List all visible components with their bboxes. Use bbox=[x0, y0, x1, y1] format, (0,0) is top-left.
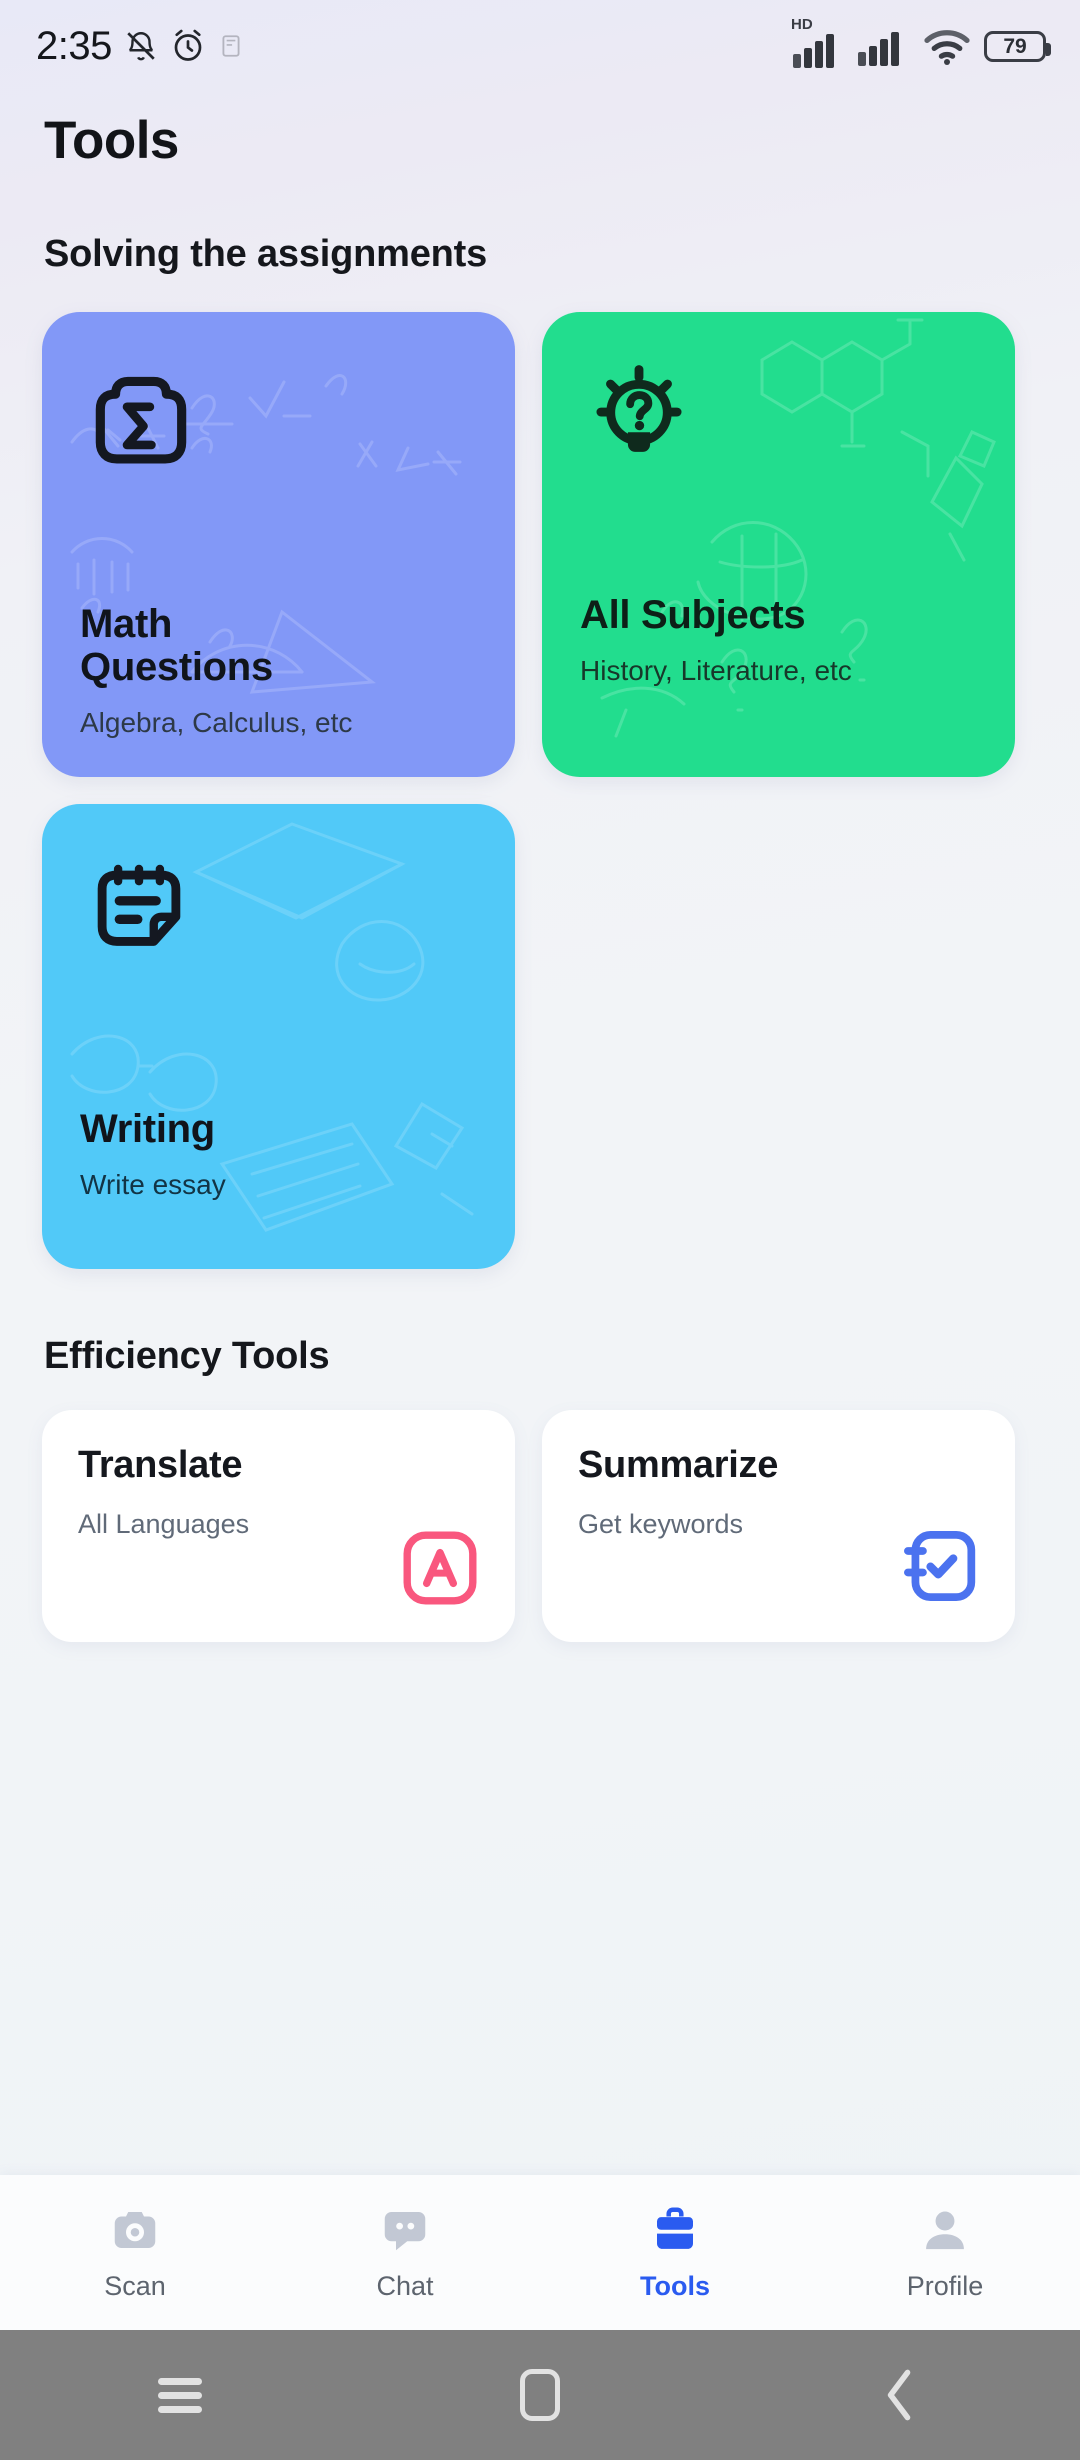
recent-apps-button[interactable] bbox=[0, 2371, 360, 2420]
subjects-card-text: All Subjects History, Literature, etc bbox=[580, 592, 977, 687]
bottom-tab-bar: Scan Chat Tools Profile bbox=[0, 2175, 1080, 2330]
screenshot-icon bbox=[222, 35, 240, 57]
toolbox-icon bbox=[657, 2207, 693, 2249]
subjects-card-title: All Subjects bbox=[580, 592, 806, 637]
battery-indicator: 79 bbox=[984, 30, 1051, 62]
tab-label-chat: Chat bbox=[376, 2271, 434, 2301]
tool-card-writing[interactable]: Writing Write essay bbox=[42, 804, 515, 1269]
tab-label-tools: Tools bbox=[640, 2271, 710, 2301]
tab-profile[interactable]: Profile bbox=[810, 2203, 1080, 2302]
signal-icon bbox=[793, 33, 834, 68]
network-type-label: HD bbox=[791, 15, 813, 33]
system-navigation-bar bbox=[0, 2330, 1080, 2460]
page-title: Tools bbox=[44, 111, 179, 170]
chat-bubble-icon bbox=[384, 2212, 426, 2251]
signal-hd-group: HD bbox=[791, 16, 845, 73]
letter-a-box-icon bbox=[399, 1527, 481, 1614]
subjects-card-subtitle: History, Literature, etc bbox=[580, 655, 852, 686]
section-title-efficiency: Efficiency Tools bbox=[44, 1335, 330, 1377]
mute-icon bbox=[127, 32, 155, 61]
tab-label-scan: Scan bbox=[104, 2271, 166, 2301]
status-bar-left: 2:35 bbox=[36, 24, 244, 69]
back-icon bbox=[887, 2369, 911, 2421]
summarize-card-title: Summarize bbox=[578, 1444, 779, 1486]
efficiency-card-grid: Translate All Languages Summarize Get ke… bbox=[0, 1410, 1080, 1642]
menu-icon bbox=[158, 2371, 202, 2420]
home-button[interactable] bbox=[360, 2369, 720, 2421]
math-card-text: Math Questions Algebra, Calculus, etc bbox=[80, 601, 477, 739]
alarm-icon bbox=[174, 29, 202, 61]
section-title-solving: Solving the assignments bbox=[44, 233, 488, 275]
home-icon bbox=[520, 2369, 560, 2421]
tool-card-all-subjects[interactable]: All Subjects History, Literature, etc bbox=[542, 312, 1015, 777]
wifi-icon bbox=[924, 30, 970, 65]
tab-chat[interactable]: Chat bbox=[270, 2203, 540, 2302]
lightbulb-question-icon bbox=[580, 356, 977, 479]
efficiency-card-summarize[interactable]: Summarize Get keywords bbox=[542, 1410, 1015, 1642]
tool-card-grid: Math Questions Algebra, Calculus, etc Al… bbox=[0, 312, 1080, 1269]
tab-label-profile: Profile bbox=[906, 2271, 984, 2301]
tool-card-math-questions[interactable]: Math Questions Algebra, Calculus, etc bbox=[42, 312, 515, 777]
writing-card-title: Writing bbox=[80, 1106, 215, 1151]
status-bar-right: HD 79 bbox=[791, 16, 1051, 73]
math-card-title: Math Questions bbox=[80, 601, 273, 689]
camera-icon bbox=[114, 2212, 156, 2248]
person-icon bbox=[926, 2211, 964, 2250]
math-card-subtitle: Algebra, Calculus, etc bbox=[80, 707, 353, 738]
tab-tools[interactable]: Tools bbox=[540, 2203, 810, 2302]
writing-card-text: Writing Write essay bbox=[80, 1106, 477, 1201]
efficiency-card-translate[interactable]: Translate All Languages bbox=[42, 1410, 515, 1642]
translate-card-title: Translate bbox=[78, 1444, 243, 1486]
tab-scan[interactable]: Scan bbox=[0, 2203, 270, 2302]
back-button[interactable] bbox=[720, 2365, 1080, 2425]
signal-icon bbox=[858, 32, 899, 66]
notepad-icon bbox=[80, 848, 477, 971]
clock-time: 2:35 bbox=[36, 23, 112, 68]
status-bar: 2:35 HD 79 bbox=[0, 0, 1080, 92]
notebook-check-icon bbox=[895, 1523, 981, 1614]
battery-level: 79 bbox=[1003, 34, 1027, 58]
camera-sigma-icon bbox=[80, 356, 477, 483]
writing-card-subtitle: Write essay bbox=[80, 1169, 226, 1200]
